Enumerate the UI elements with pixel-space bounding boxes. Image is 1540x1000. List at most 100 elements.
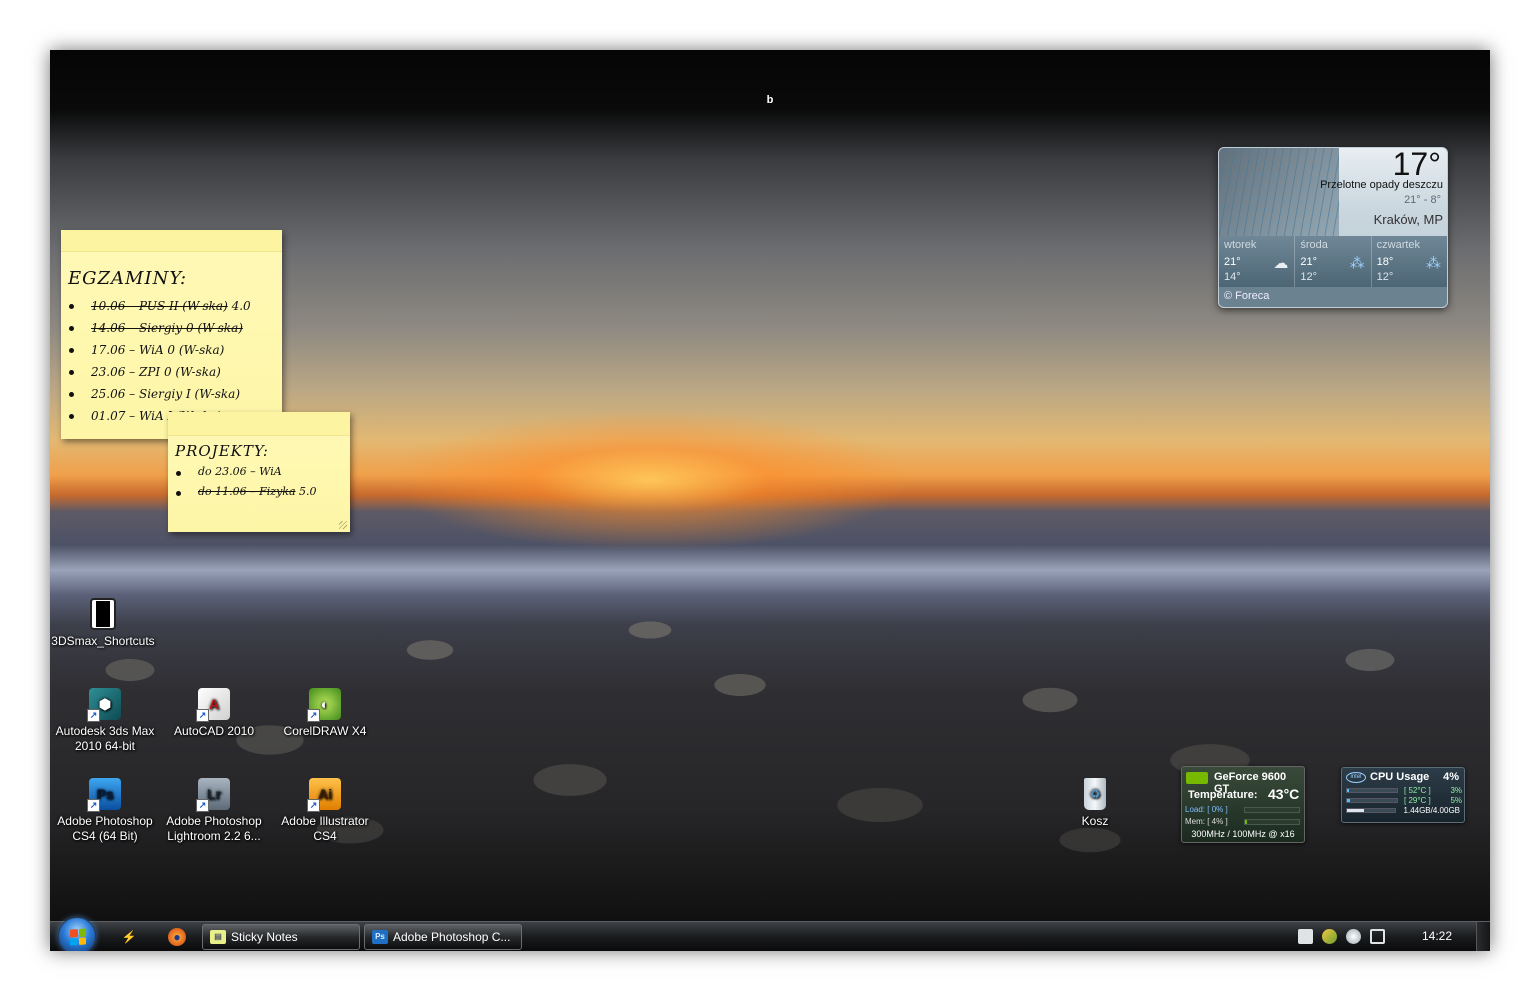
sticky-note-item: do 23.06 – WiA [168,462,350,482]
weather-temperature: 17° [1392,147,1441,182]
desktop-icon-coreldraw[interactable]: ◐ ↗ CorelDRAW X4 [270,688,380,739]
3dsmax-icon: ⬢ ↗ [87,688,121,722]
ram-value: 1.44GB/4.00GB [1403,806,1460,815]
weather-forecast: wtorek 21° 14° ☁ środa 21° 12° ⁂ czwarte… [1219,236,1447,288]
photoshop-icon: Ps [372,930,388,944]
gpu-clock: 300MHz / 100MHz @ x16 [1191,829,1295,839]
sticky-note-item-text: 25.06 – Siergiy I (W-ska) [91,387,241,401]
cpu-core-usage: 3% [1450,786,1462,795]
resize-grip-icon[interactable] [339,521,347,529]
sticky-note-item-text: 23.06 – ZPI 0 (W-ska) [91,365,221,379]
forecast-day-name: czwartek [1376,239,1421,251]
gpu-monitor-gadget[interactable]: GeForce 9600 GT Temperature: 43°C Load: … [1181,766,1305,843]
shortcut-arrow-icon: ↗ [87,799,100,812]
cpu-core-row: [ 29°C ] 5% [1346,796,1462,805]
sticky-note-projekty[interactable]: PROJEKTY: do 23.06 – WiA do 11.06 – Fizyk… [168,412,350,532]
intel-logo-icon: intel [1346,772,1366,783]
desktop-icon-recycle-bin[interactable]: ♻ Kosz [1040,778,1150,829]
sticky-note-egzaminy[interactable]: EGZAMINY: 10.06 – PUS II (W-ska) 4.0 14.0… [61,230,282,439]
desktop-icon-photoshop[interactable]: Ps ↗ Adobe Photoshop CS4 (64 Bit) [50,778,160,844]
desktop-icon-label: 3DSmax_Shortcuts [51,634,155,648]
desktop-icon-label: Kosz [1081,814,1109,828]
sticky-note-item: do 11.06 – Fizyka 5.0 [168,482,350,502]
sticky-note-title: PROJEKTY: [175,442,269,460]
desktop-icon-label: Adobe Photoshop Lightroom 2.2 6... [166,814,262,843]
forecast-high: 21° [1300,256,1317,268]
ram-bar [1346,808,1396,813]
forecast-low: 14° [1224,271,1241,283]
recycle-bin-icon: ♻ [1084,778,1106,810]
cpu-core-temp: [ 52°C ] [1404,786,1431,795]
sticky-note-title: EGZAMINY: [68,268,188,289]
forecast-low: 12° [1300,271,1317,283]
gpu-mem-bar [1244,819,1300,825]
gpu-load: Load: [ 0% ] [1185,805,1228,814]
cpu-usage-gadget[interactable]: intel CPU Usage 4% [ 52°C ] 3% [ 29°C ] … [1341,767,1465,823]
forecast-day: środa 21° 12° ⁂ [1295,236,1372,288]
sticky-note-item: 23.06 – ZPI 0 (W-ska) [61,361,282,383]
taskbar-clock[interactable]: 14:22 [1422,929,1452,943]
gpu-temp-value: 43°C [1268,786,1300,802]
taskbar-button-label: Adobe Photoshop C... [393,930,511,944]
sticky-note-item-done-text: do 11.06 – Fizyka [198,485,296,498]
sticky-note-header[interactable] [61,230,282,252]
lightroom-glyph: Lr [207,785,221,802]
sticky-note-header[interactable] [168,412,350,436]
start-button[interactable] [58,917,96,951]
windows-logo-icon [70,928,86,946]
firefox-icon[interactable]: ● [168,928,186,946]
desktop-icon-lightroom[interactable]: Lr ↗ Adobe Photoshop Lightroom 2.2 6... [159,778,269,844]
sticky-note-item-done-text: 14.06 – Siergiy 0 (W-ska) [91,321,243,335]
nvidia-logo-icon [1186,772,1208,784]
desktop-icon-label: Autodesk 3ds Max 2010 64-bit [55,724,155,753]
text-file-icon [90,598,116,630]
desktop-icon-label: AutoCAD 2010 [173,724,255,738]
shortcut-arrow-icon: ↗ [307,709,320,722]
sticky-note-item: 14.06 – Siergiy 0 (W-ska) [61,317,282,339]
cloud-icon: ☁ [1273,255,1289,272]
photoshop-icon: Ps ↗ [87,778,121,812]
gpu-load-bar [1244,807,1300,813]
coreldraw-icon: ◐ ↗ [307,688,341,722]
weather-city[interactable]: Kraków, MP [1374,212,1443,227]
sticky-note-item-done-text: 10.06 – PUS II (W-ska) [91,299,228,313]
shortcut-arrow-icon: ↗ [196,709,209,722]
weather-range: 21° - 8° [1404,194,1441,206]
cpu-total: 4% [1443,771,1459,783]
cpu-core-bar [1346,798,1398,803]
forecast-high: 18° [1376,256,1394,268]
network-icon[interactable] [1298,929,1313,944]
gpu-mem: Mem: [ 4% ] [1185,817,1228,826]
top-title: b [766,94,774,106]
shortcut-arrow-icon: ↗ [87,709,100,722]
autocad-icon: A ↗ [196,688,230,722]
action-center-icon[interactable] [1370,929,1385,944]
desktop-icon-label: Adobe Illustrator CS4 [281,814,369,843]
cpu-core-bar [1346,788,1398,793]
taskbar-button-label: Sticky Notes [231,930,298,944]
sticky-note-list: do 23.06 – WiA do 11.06 – Fizyka 5.0 [168,462,350,502]
weather-gadget[interactable]: 17° Przelotne opady deszczu 21° - 8° Kra… [1218,147,1448,308]
taskbar-button-photoshop[interactable]: Ps Adobe Photoshop C... [364,924,522,950]
users-icon[interactable] [1322,929,1337,944]
sticky-note-item-text: 5.0 [295,485,317,498]
cpu-core-usage: 5% [1450,796,1462,805]
rain-icon: ⁂ [1425,255,1441,272]
taskbar-button-sticky-notes[interactable]: ▤ Sticky Notes [202,924,360,950]
quick-launch-switcher-icon[interactable]: ⚡ [120,928,138,946]
desktop-icon-autocad[interactable]: A ↗ AutoCAD 2010 [159,688,269,739]
desktop-icon-3dsmax[interactable]: ⬢ ↗ Autodesk 3ds Max 2010 64-bit [50,688,160,754]
weather-provider[interactable]: © Foreca [1219,287,1447,307]
forecast-day: czwartek 18° 12° ⁂ [1372,236,1447,288]
gpu-temp-label: Temperature: [1188,789,1258,801]
desktop-icon-illustrator[interactable]: Ai ↗ Adobe Illustrator CS4 [270,778,380,844]
forecast-high: 21° [1224,256,1241,268]
sticky-note-item-text: do 23.06 – WiA [198,465,282,478]
forecast-day: wtorek 21° 14° ☁ [1219,236,1296,288]
sticky-note-item-text: 17.06 – WiA 0 (W-ska) [91,343,225,357]
clock-app-icon[interactable] [1346,929,1361,944]
sticky-note-item: 17.06 – WiA 0 (W-ska) [61,339,282,361]
desktop-icon-3dsmax-shortcuts[interactable]: 3DSmax_Shortcuts [50,598,158,649]
show-desktop-button[interactable] [1476,922,1490,951]
cpu-core-temp: [ 29°C ] [1404,796,1431,805]
